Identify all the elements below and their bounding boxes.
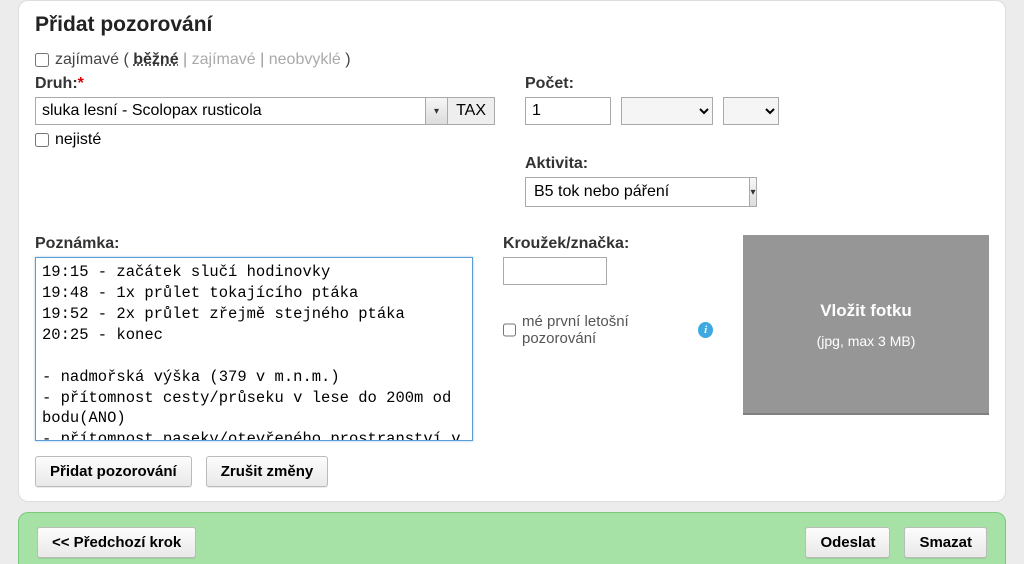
tax-button[interactable]: TAX (448, 97, 495, 125)
photo-subtitle: (jpg, max 3 MB) (817, 333, 916, 349)
activity-input[interactable] (526, 178, 749, 206)
form-panel: Přidat pozorování zajímavé ( běžné | zaj… (18, 0, 1006, 502)
activity-combobox[interactable] (525, 177, 757, 207)
cancel-changes-button[interactable]: Zrušit změny (206, 456, 329, 487)
first-observation-checkbox[interactable] (503, 323, 516, 337)
rarity-options: zajímavé ( běžné | zajímavé | neobvyklé … (55, 51, 351, 69)
rarity-interesting[interactable]: zajímavé (192, 51, 256, 68)
count-label: Počet: (525, 75, 989, 93)
note-textarea[interactable] (35, 257, 473, 441)
activity-dropdown-toggle[interactable] (749, 178, 756, 206)
species-combobox[interactable] (35, 97, 448, 125)
add-observation-button[interactable]: Přidat pozorování (35, 456, 192, 487)
rarity-row: zajímavé ( běžné | zajímavé | neobvyklé … (35, 51, 989, 69)
species-dropdown-toggle[interactable] (425, 98, 447, 124)
uncertain-checkbox[interactable] (35, 133, 49, 147)
photo-upload[interactable]: Vložit fotku (jpg, max 3 MB) (743, 235, 989, 415)
species-label: Druh:* (35, 75, 495, 93)
rarity-unusual[interactable]: neobvyklé (269, 51, 341, 68)
page-title: Přidat pozorování (35, 13, 989, 37)
info-icon[interactable]: i (698, 322, 713, 338)
note-label: Poznámka: (35, 235, 473, 253)
count-unit-select[interactable] (723, 97, 779, 125)
ring-input[interactable] (503, 257, 607, 285)
first-observation-label: mé první letošní pozorování (522, 313, 692, 347)
send-button[interactable]: Odeslat (805, 527, 890, 558)
species-input[interactable] (36, 98, 425, 124)
uncertain-label: nejisté (55, 131, 101, 149)
rarity-common[interactable]: běžné (133, 51, 178, 68)
ring-label: Kroužek/značka: (503, 235, 713, 253)
photo-title: Vložit fotku (820, 301, 912, 321)
count-modifier-select[interactable] (621, 97, 713, 125)
footer-bar: << Předchozí krok Odeslat Smazat (18, 512, 1006, 564)
interesting-checkbox[interactable] (35, 53, 49, 67)
count-input[interactable] (525, 97, 611, 125)
delete-button[interactable]: Smazat (904, 527, 987, 558)
previous-step-button[interactable]: << Předchozí krok (37, 527, 196, 558)
activity-label: Aktivita: (525, 155, 989, 173)
